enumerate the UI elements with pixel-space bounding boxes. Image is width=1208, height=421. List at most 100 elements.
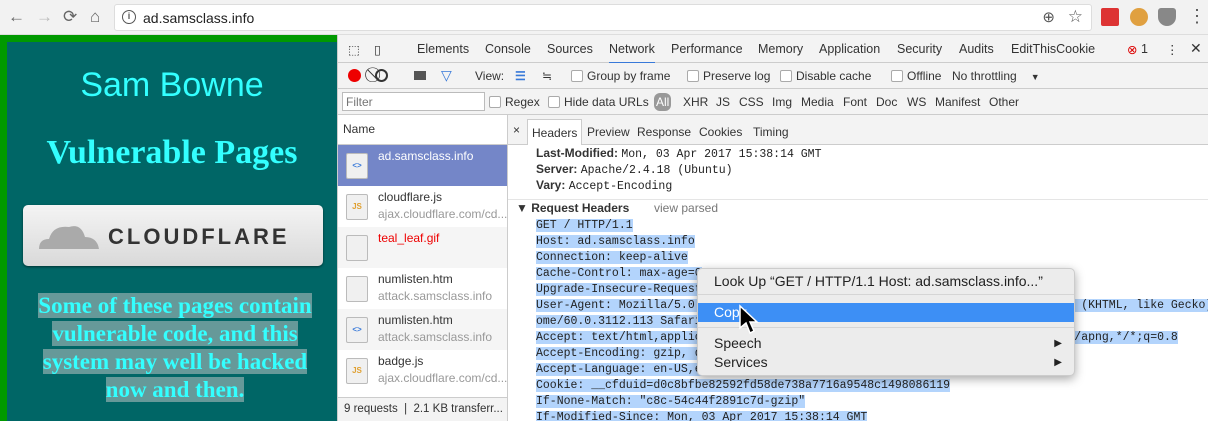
tab-memory[interactable]: Memory (758, 42, 803, 56)
tab-cookies[interactable]: Cookies (699, 125, 742, 139)
tab-preview[interactable]: Preview (587, 125, 630, 139)
record-icon[interactable] (348, 69, 361, 82)
tab-timing[interactable]: Timing (753, 125, 789, 139)
group-by-frame-checkbox[interactable]: Group by frame (571, 69, 670, 83)
request-header-line: Host: ad.samsclass.info (536, 235, 695, 248)
back-button[interactable]: ← (8, 7, 25, 27)
overview-icon[interactable]: ≒ (542, 69, 552, 83)
request-header-line: If-None-Match: "c8c-54c44f2891c7d-gzip" (536, 395, 806, 408)
devtools-tab-bar: ⬚ ▯ Elements Console Sources Network Per… (338, 35, 1208, 64)
network-toolbar: ⃠ ▽ View: ☰ ≒ Group by frame Preserve lo… (338, 63, 1208, 89)
bookmark-star-icon[interactable]: ☆ (1068, 7, 1083, 27)
preserve-log-checkbox[interactable]: Preserve log (687, 69, 770, 83)
response-header: Last-Modified: Mon, 03 Apr 2017 15:38:14… (536, 146, 822, 161)
request-row[interactable]: <> ad.samsclass.info (338, 145, 507, 186)
tab-network[interactable]: Network (609, 42, 655, 64)
url-text[interactable]: ad.samsclass.info (143, 10, 254, 26)
ublock-extension-icon[interactable] (1158, 8, 1176, 26)
request-row[interactable]: JS cloudflare.js ajax.cloudflare.com/cd... (338, 186, 507, 227)
tab-elements[interactable]: Elements (417, 42, 469, 56)
clear-icon[interactable] (375, 69, 388, 82)
menu-item-speech[interactable]: Speech ▶ (698, 334, 1074, 353)
page-heading: Vulnerable Pages (46, 134, 298, 171)
request-header-line: GET / HTTP/1.1 (536, 219, 633, 232)
cloudflare-logo-text: CLOUDFLARE (108, 224, 290, 249)
filter-img[interactable]: Img (772, 95, 792, 109)
warning-message: Some of these pages contain vulnerable c… (38, 293, 312, 402)
hide-data-urls-checkbox[interactable]: Hide data URLs (548, 95, 649, 109)
tab-application[interactable]: Application (819, 42, 880, 56)
filter-bar: Regex Hide data URLs All XHR JS CSS Img … (338, 89, 1208, 115)
close-devtools-icon[interactable]: ✕ (1190, 40, 1202, 57)
large-rows-icon[interactable]: ☰ (515, 69, 526, 83)
view-label: View: (475, 69, 505, 83)
filter-manifest[interactable]: Manifest (935, 95, 980, 109)
web-page: Sam Bowne Vulnerable Pages CLOUDFLARE So… (0, 35, 337, 421)
regex-checkbox[interactable]: Regex (489, 95, 540, 109)
response-header: Server: Apache/2.4.18 (Ubuntu) (536, 162, 733, 177)
screenshot-camera-icon[interactable] (414, 71, 426, 80)
filter-xhr[interactable]: XHR (683, 95, 708, 109)
request-header-line: Connection: keep-alive (536, 251, 688, 264)
close-detail-icon[interactable]: × (513, 123, 520, 137)
page-title: Sam Bowne (80, 66, 264, 104)
name-column-header[interactable]: Name (338, 115, 507, 145)
tab-performance[interactable]: Performance (671, 42, 743, 56)
filter-doc[interactable]: Doc (876, 95, 897, 109)
tab-sources[interactable]: Sources (547, 42, 593, 56)
device-toolbar-icon[interactable]: ▯ (374, 42, 381, 57)
menu-item-services[interactable]: Services ▶ (698, 353, 1074, 372)
mouse-cursor-icon (739, 304, 759, 335)
address-bar[interactable]: i ad.samsclass.info ⊕ ☆ (114, 4, 1092, 31)
submenu-arrow-icon: ▶ (1054, 338, 1062, 349)
chrome-menu-icon[interactable]: ⋮ (1188, 6, 1206, 27)
tab-security[interactable]: Security (897, 42, 942, 56)
submenu-arrow-icon: ▶ (1054, 357, 1062, 368)
filter-media[interactable]: Media (801, 95, 834, 109)
response-header: Vary: Accept-Encoding (536, 178, 673, 193)
request-header-line: Cache-Control: max-age=0 (536, 267, 702, 280)
detail-tab-bar: × Headers Preview Response Cookies Timin… (508, 115, 1208, 145)
browser-toolbar: ← → ⟳ ⌂ i ad.samsclass.info ⊕ ☆ ⋮ (0, 0, 1208, 35)
inspect-element-icon[interactable]: ⬚ (348, 42, 360, 57)
tab-editthiscookie[interactable]: EditThisCookie (1011, 42, 1095, 56)
filter-all[interactable]: All (654, 93, 672, 111)
cookie-extension-icon[interactable] (1130, 8, 1148, 26)
cloud-icon (39, 226, 99, 249)
filter-css[interactable]: CSS (739, 95, 764, 109)
menu-item-lookup[interactable]: Look Up “GET / HTTP/1.1 Host: ad.samscla… (698, 272, 1074, 291)
zoom-icon[interactable]: ⊕ (1042, 8, 1055, 26)
lastpass-extension-icon[interactable] (1101, 8, 1119, 26)
filter-funnel-icon[interactable]: ▽ (441, 67, 452, 84)
devtools-menu-icon[interactable]: ⋮ (1166, 42, 1179, 57)
filter-js[interactable]: JS (716, 95, 730, 109)
error-count[interactable]: 1 (1141, 42, 1148, 56)
view-parsed-link[interactable]: view parsed (654, 201, 718, 215)
filter-other[interactable]: Other (989, 95, 1019, 109)
filter-ws[interactable]: WS (907, 95, 926, 109)
request-row[interactable]: numlisten.htm attack.samsclass.info (338, 268, 507, 309)
home-button[interactable]: ⌂ (90, 7, 100, 27)
request-headers-toggle[interactable]: ▼ Request Headers (516, 201, 629, 215)
request-list: Name <> ad.samsclass.info JS cloudflare.js… (338, 115, 508, 421)
tab-console[interactable]: Console (485, 42, 531, 56)
disable-cache-checkbox[interactable]: Disable cache (780, 69, 871, 83)
reload-button[interactable]: ⟳ (63, 7, 77, 27)
request-header-line: If-Modified-Since: Mon, 03 Apr 2017 15:3… (536, 411, 868, 421)
request-row[interactable]: <> numlisten.htm attack.samsclass.info (338, 309, 507, 350)
error-icon[interactable]: ⊗ (1127, 42, 1137, 57)
request-row[interactable]: teal_leaf.gif (338, 227, 507, 268)
tab-headers[interactable]: Headers (527, 119, 583, 145)
tab-audits[interactable]: Audits (959, 42, 994, 56)
info-icon[interactable]: i (122, 10, 136, 24)
request-row[interactable]: JS badge.js ajax.cloudflare.com/cd... (338, 350, 507, 391)
forward-button[interactable]: → (36, 7, 53, 27)
status-footer: 9 requests | 2.1 KB transferr... (338, 397, 507, 421)
cloudflare-badge[interactable]: CLOUDFLARE (23, 205, 323, 266)
offline-checkbox[interactable]: Offline (891, 69, 941, 83)
dropdown-arrow-icon: ▼ (1030, 72, 1040, 82)
tab-response[interactable]: Response (637, 125, 691, 139)
filter-font[interactable]: Font (843, 95, 867, 109)
throttling-select[interactable]: No throttling ▼ (952, 69, 1040, 83)
filter-input[interactable] (342, 92, 485, 111)
